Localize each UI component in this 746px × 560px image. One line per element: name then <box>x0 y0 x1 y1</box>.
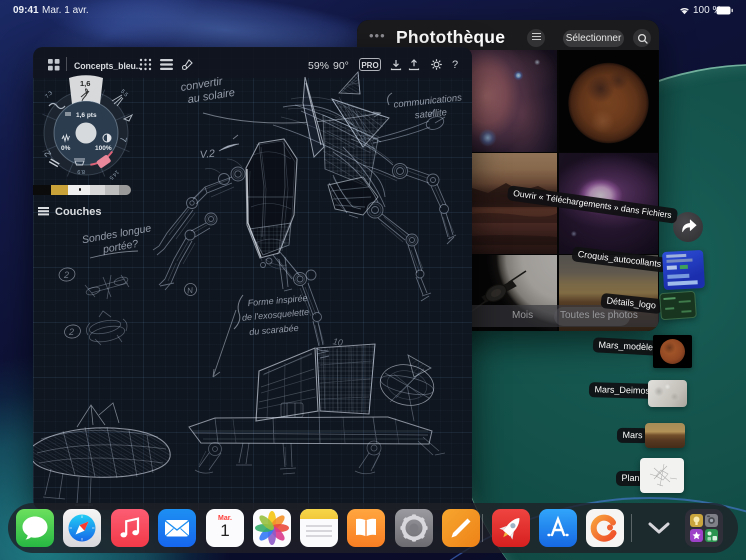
svg-text:5.5: 5.5 <box>119 89 129 99</box>
svg-text:0%: 0% <box>61 145 71 152</box>
svg-text:V.2: V.2 <box>199 148 215 162</box>
svg-text:2: 2 <box>68 327 74 337</box>
svg-text:100%: 100% <box>95 145 112 152</box>
svg-text:1,6: 1,6 <box>80 79 90 88</box>
svg-text:Forme inspirée: Forme inspirée <box>247 293 308 308</box>
svg-text:8.9: 8.9 <box>77 168 85 174</box>
svg-text:communications: communications <box>393 92 463 110</box>
svg-text:7.3: 7.3 <box>44 90 54 100</box>
svg-text:2: 2 <box>63 270 69 280</box>
svg-text:de l'exosquelette: de l'exosquelette <box>242 307 310 323</box>
svg-text:du scarabée: du scarabée <box>249 323 299 337</box>
svg-text:14.5: 14.5 <box>108 169 120 181</box>
svg-text:N: N <box>186 286 193 296</box>
svg-text:1,6 pts: 1,6 pts <box>76 112 97 119</box>
